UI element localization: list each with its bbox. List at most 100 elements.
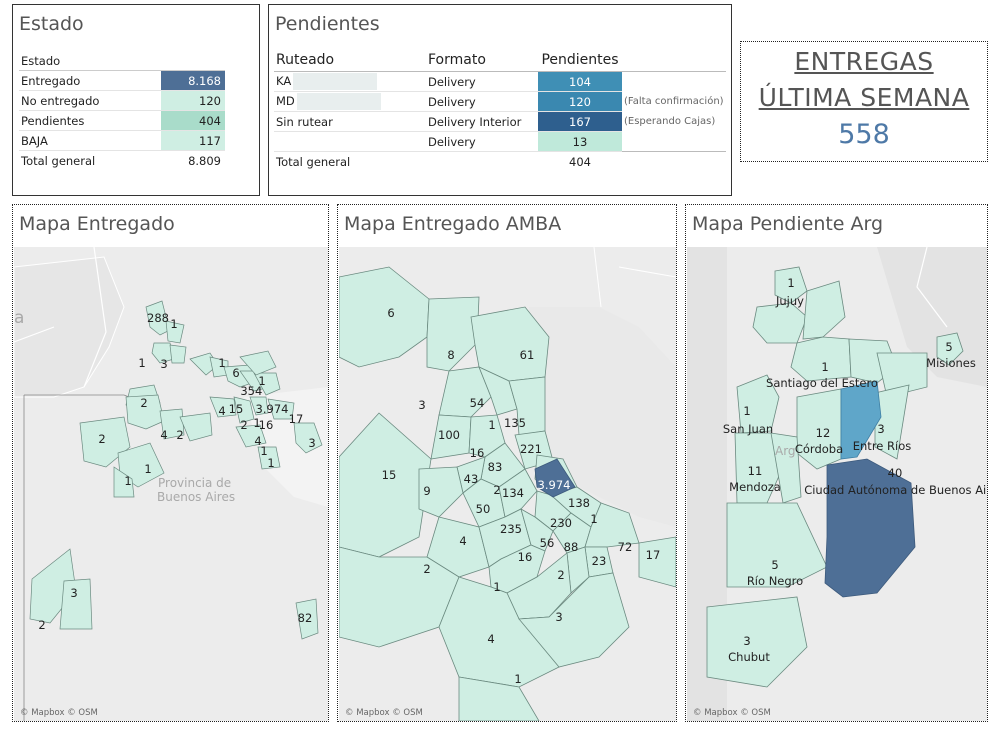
province-count-label: 5 bbox=[945, 340, 952, 354]
map-label: 1 bbox=[493, 580, 500, 594]
map-label: 1 bbox=[124, 474, 131, 488]
formato-cell: Delivery bbox=[426, 131, 538, 152]
map-label: 1 bbox=[514, 672, 521, 686]
province-count-label: 5 bbox=[771, 558, 778, 572]
province-count-label: 1 bbox=[743, 404, 750, 418]
mapa-pendiente-panel: Mapa Pendiente Arg Arg 1 Jujuy 5 Misione… bbox=[685, 204, 988, 722]
estado-table: Estado Entregado 8.168 No entregado 120 … bbox=[19, 51, 225, 170]
map-label: 72 bbox=[618, 540, 633, 554]
map-credit: © Mapbox © OSM bbox=[20, 708, 98, 718]
pendientes-value-cell[interactable]: 13 bbox=[538, 131, 622, 152]
pendientes-note: (Falta confirmación) bbox=[624, 96, 724, 107]
pendientes-value-cell[interactable]: 167 bbox=[538, 111, 622, 132]
map-label: 3 bbox=[160, 357, 167, 371]
province-name-label: Entre Ríos bbox=[853, 439, 911, 453]
table-row[interactable]: Entregado 8.168 bbox=[19, 70, 225, 91]
map-label: 1 bbox=[144, 462, 151, 476]
ruteado-cell: KA bbox=[274, 71, 426, 92]
region-label-buenos-aires: Buenos Aires bbox=[157, 490, 235, 504]
table-row[interactable]: BAJA 117 bbox=[19, 130, 225, 151]
ruteado-cell: Sin rutear bbox=[274, 111, 426, 132]
province-name-label: Mendoza bbox=[729, 480, 781, 494]
map-label: 2 bbox=[140, 396, 147, 410]
pendientes-panel: Pendientes Ruteado Formato Pendientes KA… bbox=[268, 4, 732, 196]
pendientes-note bbox=[622, 132, 726, 152]
map-label: 138 bbox=[568, 496, 590, 510]
map-label: 1 bbox=[170, 317, 177, 331]
estado-row-label: BAJA bbox=[19, 130, 161, 151]
map-label: 1 bbox=[218, 356, 225, 370]
formato-cell: Delivery bbox=[426, 91, 538, 112]
pendientes-total-row: Total general 404 bbox=[274, 151, 726, 171]
map-label: 1 bbox=[253, 416, 260, 430]
mapa-entregado-svg[interactable]: Provincia de Buenos Aires a 288 11 3 163 541… bbox=[14, 247, 328, 721]
map-label: 6 bbox=[232, 366, 239, 380]
map-label: 9 bbox=[423, 484, 430, 498]
map-label: 2 bbox=[557, 568, 564, 582]
ruteado-cell: MD bbox=[274, 91, 426, 112]
map-label: 2 bbox=[98, 432, 105, 446]
map-label: 288 bbox=[147, 311, 169, 325]
map-label: 2 bbox=[176, 428, 183, 442]
pendientes-table: Ruteado Formato Pendientes KA Delivery 1… bbox=[274, 49, 726, 171]
estado-panel: Estado Estado Entregado 8.168 No entrega… bbox=[12, 4, 260, 196]
map-label: 88 bbox=[564, 540, 579, 554]
table-row[interactable]: KA Delivery 104 bbox=[274, 71, 726, 92]
pendientes-total-label: Total general bbox=[274, 151, 426, 171]
estado-total-value: 8.809 bbox=[161, 150, 225, 170]
estado-title: Estado bbox=[19, 13, 84, 35]
estado-row-value[interactable]: 117 bbox=[161, 130, 225, 151]
map-label: 3 bbox=[308, 436, 315, 450]
map-label: 2 bbox=[38, 618, 45, 632]
estado-header-row: Estado bbox=[19, 51, 225, 71]
map-label: 15 bbox=[382, 468, 397, 482]
map-label: 1 bbox=[488, 418, 495, 432]
table-row[interactable]: MD Delivery 120 (Falta confirmación) bbox=[274, 91, 726, 112]
province-count-label: 3 bbox=[743, 634, 750, 648]
province-name-label: Ciudad Autónoma de Buenos Aire bbox=[804, 483, 987, 497]
map-label: 235 bbox=[500, 522, 522, 536]
estado-row-value[interactable]: 120 bbox=[161, 90, 225, 111]
kpi-title-line-1: ENTREGAS bbox=[794, 47, 934, 76]
pendientes-value-cell[interactable]: 120 bbox=[538, 91, 622, 112]
map-label: 4 bbox=[160, 428, 167, 442]
table-row[interactable]: Sin rutear Delivery Interior 167 (Espera… bbox=[274, 111, 726, 132]
ruteado-cell bbox=[274, 131, 426, 152]
table-row[interactable]: No entregado 120 bbox=[19, 90, 225, 111]
mapa-amba-panel: Mapa Entregado AMBA 6 8 61 3 54 135 100 … bbox=[337, 204, 677, 722]
province-name-label: San Juan bbox=[723, 422, 773, 436]
mapa-pendiente-svg[interactable]: Arg 1 Jujuy 5 Misiones 1 Santiago del Estero 1… bbox=[687, 247, 987, 721]
entregas-kpi-panel: ENTREGAS ÚLTIMA SEMANA 558 bbox=[740, 41, 988, 162]
map-label: 83 bbox=[488, 460, 503, 474]
map-credit: © Mapbox © OSM bbox=[693, 708, 771, 718]
map-label: 15 bbox=[229, 402, 244, 416]
mapa-amba-map[interactable]: 6 8 61 3 54 135 100 1 221 16 83 15 43 3.974 9 2 134 138 50… bbox=[339, 247, 676, 721]
province-name-label: Córdoba bbox=[795, 442, 843, 456]
mapa-pendiente-map[interactable]: Arg 1 Jujuy 5 Misiones 1 Santiago del Estero 1… bbox=[687, 247, 987, 721]
map-label: 6 bbox=[387, 306, 394, 320]
map-label: 230 bbox=[550, 516, 572, 530]
map-label: 50 bbox=[476, 502, 491, 516]
pendientes-header-row: Ruteado Formato Pendientes bbox=[274, 49, 726, 72]
table-row[interactable]: Delivery 13 bbox=[274, 131, 726, 152]
province-count-label: 1 bbox=[821, 360, 828, 374]
mapa-entregado-panel: Mapa Entregado Provincia de Buenos Aires… bbox=[12, 204, 329, 722]
map-label: 43 bbox=[464, 472, 479, 486]
province-count-label: 1 bbox=[787, 276, 794, 290]
mapa-amba-title: Mapa Entregado AMBA bbox=[344, 213, 562, 235]
mapa-amba-svg[interactable]: 68 613 541351001221168315 43 3.9749 2 13413850… bbox=[339, 247, 676, 721]
province-name-label: Chubut bbox=[728, 650, 770, 664]
estado-row-value[interactable]: 8.168 bbox=[161, 70, 225, 91]
map-label: 8 bbox=[447, 348, 454, 362]
estado-row-value[interactable]: 404 bbox=[161, 110, 225, 131]
estado-column-header: Estado bbox=[19, 51, 161, 71]
table-row[interactable]: Pendientes 404 bbox=[19, 110, 225, 131]
map-label: 1 bbox=[138, 356, 145, 370]
province-name-label: Misiones bbox=[926, 356, 976, 370]
mapa-entregado-map[interactable]: Provincia de Buenos Aires a 288 1 1 3 1 6 3 54 1… bbox=[14, 247, 328, 721]
pendientes-value-cell[interactable]: 104 bbox=[538, 71, 622, 92]
pendientes-title: Pendientes bbox=[275, 13, 380, 35]
map-label: 3 bbox=[418, 398, 425, 412]
formato-cell: Delivery bbox=[426, 71, 538, 92]
mapa-entregado-title: Mapa Entregado bbox=[19, 213, 175, 235]
